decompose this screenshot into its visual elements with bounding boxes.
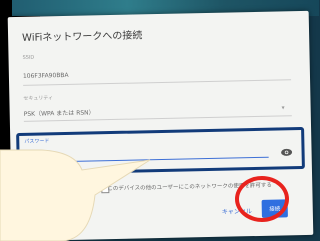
security-label: セキュリティ [23,95,54,102]
dialog-title: WiFiネットワークへの接続 [22,30,143,44]
ssid-underline [23,79,292,86]
password-field-highlight [16,126,305,176]
password-input[interactable]: •••••••••• [24,150,55,159]
eye-icon[interactable] [280,148,293,156]
ssid-value: 106F3FA90BBA [22,71,69,80]
highlight-circle [235,176,289,222]
ssid-label: SSID [22,54,35,61]
security-select[interactable]: PSK（WPA または RSN） [24,107,95,117]
password-label: パスワード [24,138,50,145]
chevron-down-icon[interactable]: ▾ [282,104,285,111]
